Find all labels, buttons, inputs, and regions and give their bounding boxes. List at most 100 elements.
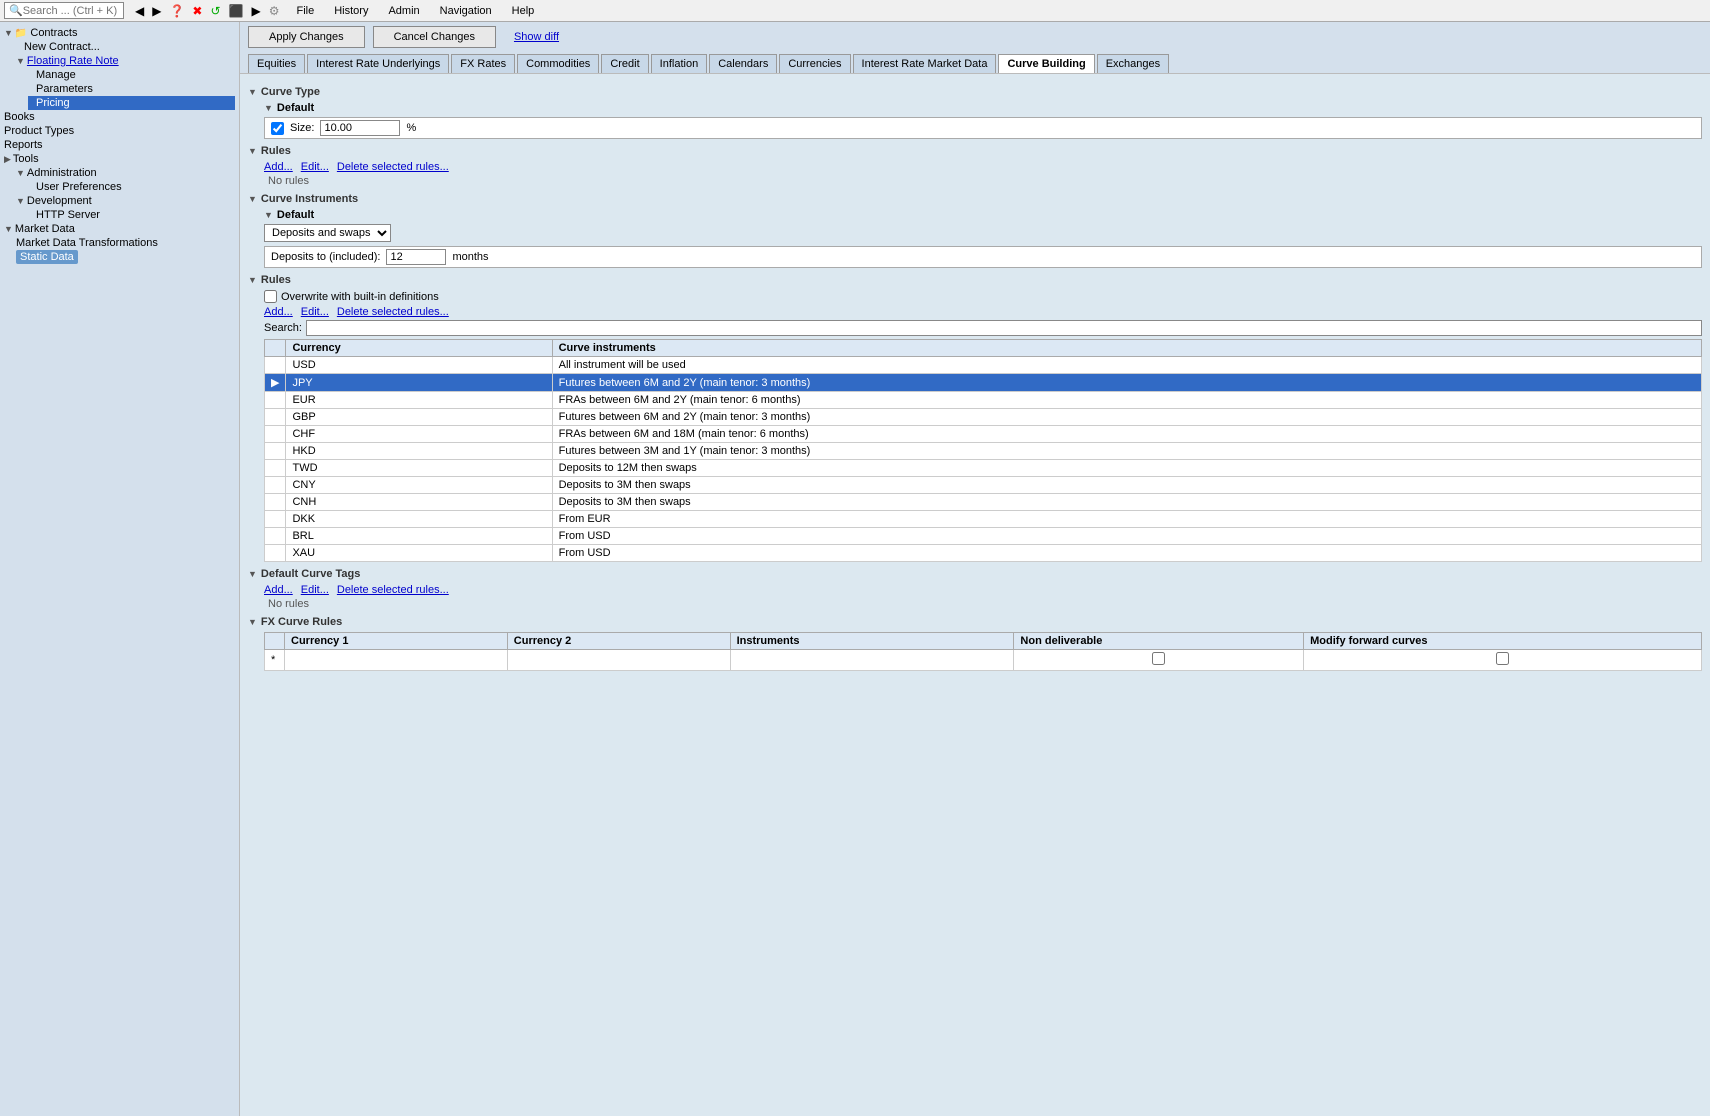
product-types-item[interactable]: Product Types [4, 124, 235, 138]
table-row[interactable]: CNH Deposits to 3M then swaps [265, 494, 1702, 511]
new-contract-label[interactable]: New Contract... [24, 41, 100, 53]
table-row[interactable]: CHF FRAs between 6M and 18M (main tenor:… [265, 426, 1702, 443]
overwrite-checkbox[interactable] [264, 290, 277, 303]
fx-non-deliverable-cb[interactable] [1152, 652, 1165, 665]
navigation-menu[interactable]: Navigation [434, 4, 498, 18]
contracts-label[interactable]: Contracts [30, 27, 77, 39]
search-box[interactable]: 🔍 [4, 2, 124, 19]
fx-c1-input[interactable] [291, 653, 351, 668]
static-data-item[interactable]: Static Data [16, 250, 78, 264]
admin-menu[interactable]: Admin [382, 4, 425, 18]
history-menu[interactable]: History [328, 4, 374, 18]
table-row[interactable]: BRL From USD [265, 528, 1702, 545]
help-menu[interactable]: Help [506, 4, 541, 18]
parameters-item[interactable]: Parameters [28, 82, 235, 96]
nav2-icon[interactable]: ▶ [249, 3, 264, 19]
delete1-link[interactable]: Delete selected rules... [337, 161, 449, 173]
user-preferences-label[interactable]: User Preferences [36, 181, 122, 193]
reports-label[interactable]: Reports [4, 139, 43, 151]
fx-modify-forward-cb[interactable] [1496, 652, 1509, 665]
tab-fx-rates[interactable]: FX Rates [451, 54, 515, 73]
tab-curve-building[interactable]: Curve Building [998, 54, 1094, 73]
fx-table-row[interactable]: * [265, 650, 1702, 671]
settings-icon[interactable]: ⚙ [266, 3, 283, 19]
pricing-label[interactable]: Pricing [36, 97, 70, 109]
show-diff-link[interactable]: Show diff [514, 31, 559, 43]
add2-link[interactable]: Add... [264, 306, 293, 318]
tools-item[interactable]: ▶ Tools [4, 152, 235, 166]
market-data-transformations-label[interactable]: Market Data Transformations [16, 237, 158, 249]
administration-label[interactable]: Administration [27, 167, 97, 179]
tools-expander[interactable]: ▶ [4, 154, 11, 165]
back-icon[interactable]: ◀ [132, 3, 147, 19]
tab-credit[interactable]: Credit [601, 54, 648, 73]
delete2-link[interactable]: Delete selected rules... [337, 306, 449, 318]
product-types-label[interactable]: Product Types [4, 125, 74, 137]
size-checkbox[interactable] [271, 122, 284, 135]
file-menu[interactable]: File [291, 4, 321, 18]
dct-toggle[interactable]: ▼ [248, 569, 257, 579]
pricing-item[interactable]: Pricing [28, 96, 235, 110]
table-row[interactable]: ▶ JPY Futures between 6M and 2Y (main te… [265, 374, 1702, 392]
delete3-link[interactable]: Delete selected rules... [337, 584, 449, 596]
manage-label[interactable]: Manage [36, 69, 76, 81]
cancel-changes-button[interactable]: Cancel Changes [373, 26, 496, 48]
edit3-link[interactable]: Edit... [301, 584, 329, 596]
fx-c1[interactable] [285, 650, 508, 671]
table-row[interactable]: DKK From EUR [265, 511, 1702, 528]
fx-instruments-cell[interactable] [730, 650, 1014, 671]
http-server-item[interactable]: HTTP Server [28, 208, 235, 222]
http-server-label[interactable]: HTTP Server [36, 209, 100, 221]
market-data-item[interactable]: ▼ Market Data [4, 222, 235, 236]
add3-link[interactable]: Add... [264, 584, 293, 596]
edit2-link[interactable]: Edit... [301, 306, 329, 318]
tab-calendars[interactable]: Calendars [709, 54, 777, 73]
market-data-transformations-item[interactable]: Market Data Transformations [16, 236, 235, 250]
dev-expander[interactable]: ▼ [16, 196, 25, 206]
table-row[interactable]: HKD Futures between 3M and 1Y (main teno… [265, 443, 1702, 460]
table-row[interactable]: XAU From USD [265, 545, 1702, 562]
size-input[interactable] [320, 120, 400, 136]
search-input[interactable] [23, 5, 123, 17]
ci-toggle[interactable]: ▼ [248, 194, 257, 204]
forward-icon[interactable]: ▶ [149, 3, 164, 19]
table-row[interactable]: GBP Futures between 6M and 2Y (main teno… [265, 409, 1702, 426]
tab-inflation[interactable]: Inflation [651, 54, 708, 73]
tab-currencies[interactable]: Currencies [779, 54, 850, 73]
manage-item[interactable]: Manage [28, 68, 235, 82]
tab-exchanges[interactable]: Exchanges [1097, 54, 1169, 73]
tab-equities[interactable]: Equities [248, 54, 305, 73]
help-icon[interactable]: ❓ [166, 3, 187, 19]
fx-toggle[interactable]: ▼ [248, 617, 257, 627]
fx-instruments-input[interactable] [737, 653, 817, 668]
refresh-icon[interactable]: ↺ [207, 3, 223, 19]
tab-commodities[interactable]: Commodities [517, 54, 599, 73]
tab-interest-rate-market[interactable]: Interest Rate Market Data [853, 54, 997, 73]
floating-rate-note-label[interactable]: Floating Rate Note [27, 55, 119, 67]
deposits-dropdown[interactable]: Deposits and swaps Futures only Deposits… [264, 224, 391, 242]
contracts-expander[interactable]: ▼ [4, 28, 13, 38]
fx-c2-input[interactable] [514, 653, 574, 668]
add1-link[interactable]: Add... [264, 161, 293, 173]
stop-icon[interactable]: ✖ [189, 3, 205, 19]
user-preferences-item[interactable]: User Preferences [28, 180, 235, 194]
tools-label[interactable]: Tools [13, 153, 39, 165]
books-label[interactable]: Books [4, 111, 35, 123]
market-data-label[interactable]: Market Data [15, 223, 75, 235]
table-row[interactable]: USD All instrument will be used [265, 357, 1702, 374]
table-row[interactable]: TWD Deposits to 12M then swaps [265, 460, 1702, 477]
home-icon[interactable]: ⬛ [226, 3, 247, 19]
edit1-link[interactable]: Edit... [301, 161, 329, 173]
development-item[interactable]: ▼ Development [16, 194, 235, 208]
parameters-label[interactable]: Parameters [36, 83, 93, 95]
contracts-item[interactable]: ▼ 📁 Contracts [4, 26, 235, 40]
default-toggle[interactable]: ▼ [264, 103, 273, 113]
ci-default-toggle[interactable]: ▼ [264, 210, 273, 220]
reports-item[interactable]: Reports [4, 138, 235, 152]
books-item[interactable]: Books [4, 110, 235, 124]
curve-type-toggle[interactable]: ▼ [248, 87, 257, 97]
market-data-expander[interactable]: ▼ [4, 224, 13, 234]
administration-item[interactable]: ▼ Administration [16, 166, 235, 180]
apply-changes-button[interactable]: Apply Changes [248, 26, 365, 48]
frn-expander[interactable]: ▼ [16, 56, 25, 66]
